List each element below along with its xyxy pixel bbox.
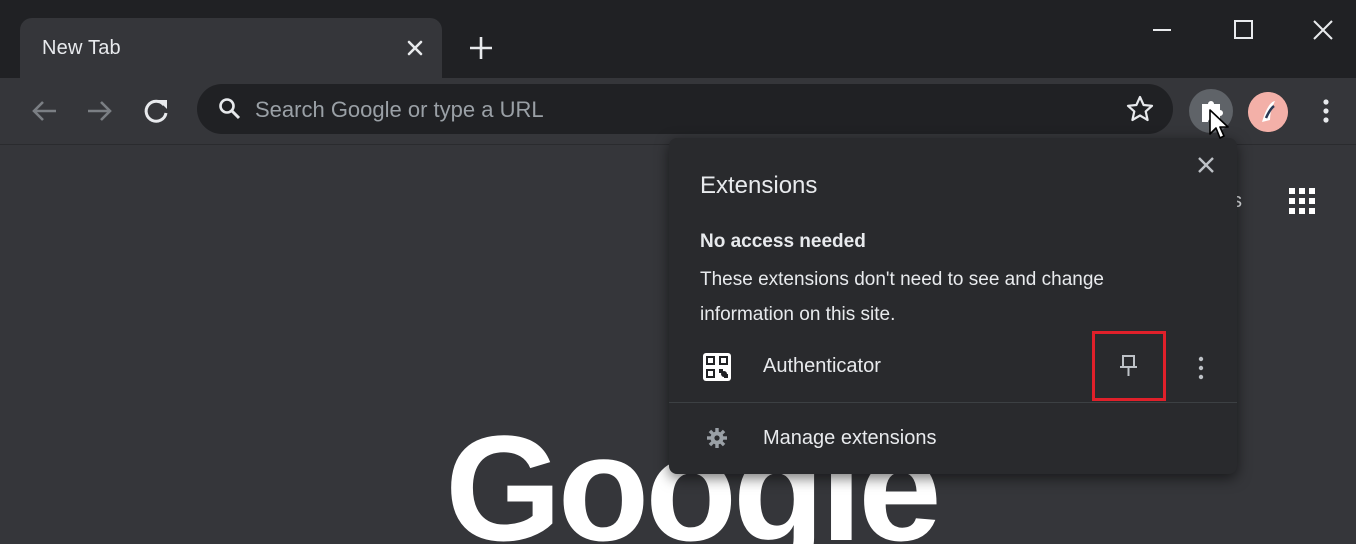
browser-window: New Tab Search Google or type a URL s Go… xyxy=(0,0,1356,544)
extension-more-menu-icon[interactable] xyxy=(1189,352,1213,384)
new-tab-plus-icon[interactable] xyxy=(463,30,499,66)
manage-extensions-label: Manage extensions xyxy=(763,427,937,449)
tab-strip: New Tab xyxy=(0,0,1356,80)
google-apps-grid-icon[interactable] xyxy=(1286,185,1318,217)
reload-icon[interactable] xyxy=(136,91,176,131)
maximize-icon[interactable] xyxy=(1218,10,1268,50)
tab-title: New Tab xyxy=(42,37,121,59)
pin-icon xyxy=(1120,355,1137,376)
extensions-popup: Extensions No access needed These extens… xyxy=(669,138,1237,474)
search-icon xyxy=(217,96,243,122)
qr-code-icon xyxy=(703,353,731,381)
forward-arrow-icon[interactable] xyxy=(80,91,120,131)
section-heading: No access needed xyxy=(700,231,866,252)
popup-close-icon[interactable] xyxy=(1191,150,1221,180)
omnibox-placeholder: Search Google or type a URL xyxy=(255,97,544,122)
popup-divider xyxy=(669,402,1237,403)
minimize-icon[interactable] xyxy=(1137,10,1187,50)
section-description: These extensions don't need to see and c… xyxy=(700,269,1104,325)
toolbar: Search Google or type a URL xyxy=(0,78,1356,145)
omnibox[interactable]: Search Google or type a URL xyxy=(197,84,1173,134)
bookmark-star-icon[interactable] xyxy=(1125,94,1155,124)
window-close-icon[interactable] xyxy=(1298,10,1348,50)
browser-menu-icon[interactable] xyxy=(1306,91,1346,131)
profile-avatar[interactable] xyxy=(1248,92,1288,132)
gear-icon xyxy=(705,426,729,450)
pin-extension-button[interactable] xyxy=(1092,331,1166,401)
tab-new-tab[interactable]: New Tab xyxy=(20,18,442,80)
tab-close-icon[interactable] xyxy=(400,33,430,63)
popup-title: Extensions xyxy=(700,172,818,199)
mouse-cursor-icon xyxy=(1208,108,1232,142)
back-arrow-icon[interactable] xyxy=(24,91,64,131)
extension-name: Authenticator xyxy=(763,355,881,377)
